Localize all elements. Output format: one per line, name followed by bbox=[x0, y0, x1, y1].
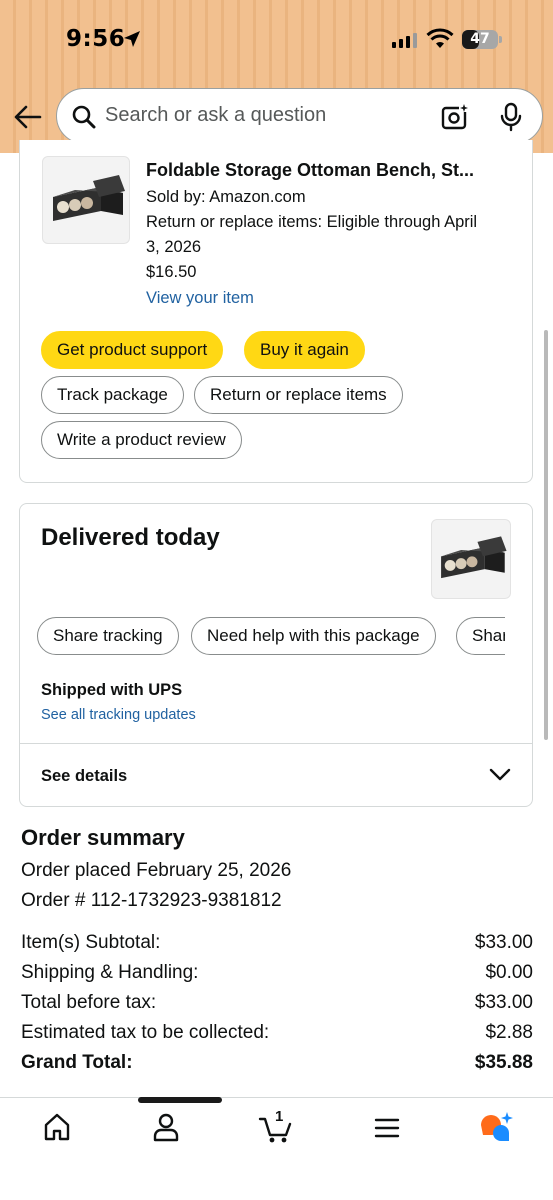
rufus-icon[interactable] bbox=[479, 1111, 515, 1145]
cart-count-badge: 1 bbox=[275, 1108, 284, 1125]
product-thumbnail[interactable] bbox=[42, 156, 130, 244]
delivery-status-heading: Delivered today bbox=[41, 524, 220, 551]
product-title[interactable]: Foldable Storage Ottoman Bench, St... bbox=[146, 160, 516, 181]
grand-total-label: Grand Total: bbox=[21, 1052, 133, 1073]
ottoman-image bbox=[53, 175, 125, 221]
track-package-button[interactable]: Track package bbox=[41, 376, 184, 414]
location-arrow-icon bbox=[124, 31, 140, 47]
header: 9:56 47 Search or ask a question bbox=[0, 0, 553, 153]
mic-icon[interactable] bbox=[498, 101, 524, 133]
summary-value: $33.00 bbox=[474, 992, 533, 1013]
summary-row-before-tax: Total before tax: $33.00 bbox=[21, 992, 533, 1014]
summary-row-tax: Estimated tax to be collected: $2.88 bbox=[21, 1022, 533, 1044]
grand-total-value: $35.88 bbox=[474, 1052, 533, 1073]
write-review-button[interactable]: Write a product review bbox=[41, 421, 242, 459]
back-arrow-icon[interactable] bbox=[12, 102, 44, 132]
menu-icon[interactable] bbox=[374, 1117, 400, 1139]
scrollbar[interactable] bbox=[544, 330, 548, 740]
summary-row-subtotal: Item(s) Subtotal: $33.00 bbox=[21, 932, 533, 954]
wifi-icon bbox=[426, 28, 454, 48]
summary-label: Shipping & Handling: bbox=[21, 962, 199, 983]
buy-it-again-button[interactable]: Buy it again bbox=[244, 331, 365, 369]
search-bar[interactable]: Search or ask a question bbox=[56, 88, 543, 144]
nav-active-indicator bbox=[138, 1097, 222, 1103]
divider bbox=[20, 743, 532, 744]
delivery-actions-scroller[interactable]: Share tracking Need help with this packa… bbox=[37, 617, 505, 657]
sold-by: Sold by: Amazon.com bbox=[146, 188, 306, 206]
summary-value: $0.00 bbox=[485, 962, 533, 983]
summary-label: Item(s) Subtotal: bbox=[21, 932, 161, 953]
ottoman-image bbox=[441, 536, 507, 579]
summary-row-shipping: Shipping & Handling: $0.00 bbox=[21, 962, 533, 984]
order-summary-title: Order summary bbox=[21, 825, 185, 850]
return-replace-button[interactable]: Return or replace items bbox=[194, 376, 403, 414]
share-button-partial[interactable]: Shar bbox=[456, 617, 505, 655]
return-eligibility-date: 3, 2026 bbox=[146, 238, 202, 256]
item-price: $16.50 bbox=[146, 263, 197, 281]
summary-value: $2.88 bbox=[485, 1022, 533, 1043]
order-number: Order # 112-1732923-9381812 bbox=[21, 890, 282, 911]
return-eligibility: Return or replace items: Eligible throug… bbox=[146, 213, 478, 231]
search-input[interactable]: Search or ask a question bbox=[105, 104, 326, 127]
camera-icon[interactable] bbox=[440, 102, 470, 132]
battery-cap bbox=[499, 36, 502, 43]
home-icon[interactable] bbox=[43, 1112, 71, 1142]
cellular-signal-icon bbox=[392, 33, 417, 48]
carrier-label: Shipped with UPS bbox=[41, 681, 183, 699]
summary-label: Estimated tax to be collected: bbox=[21, 1022, 270, 1043]
summary-row-grand-total: Grand Total: $35.88 bbox=[21, 1052, 533, 1074]
battery-indicator: 47 bbox=[462, 30, 498, 49]
see-details-toggle[interactable]: See details bbox=[41, 767, 127, 786]
chevron-down-icon[interactable] bbox=[488, 766, 512, 784]
search-icon bbox=[72, 105, 96, 129]
summary-value: $33.00 bbox=[474, 932, 533, 953]
need-help-button[interactable]: Need help with this package bbox=[191, 617, 436, 655]
tracking-updates-link[interactable]: See all tracking updates bbox=[41, 707, 196, 723]
account-icon[interactable] bbox=[152, 1112, 180, 1142]
summary-label: Total before tax: bbox=[21, 992, 157, 1013]
view-item-link[interactable]: View your item bbox=[146, 289, 254, 308]
share-tracking-button[interactable]: Share tracking bbox=[37, 617, 179, 655]
status-time: 9:56 bbox=[66, 26, 126, 52]
delivery-thumbnail[interactable] bbox=[431, 519, 511, 599]
get-product-support-button[interactable]: Get product support bbox=[41, 331, 224, 369]
order-placed-date: Order placed February 25, 2026 bbox=[21, 860, 292, 881]
status-bar: 9:56 47 bbox=[0, 0, 553, 84]
